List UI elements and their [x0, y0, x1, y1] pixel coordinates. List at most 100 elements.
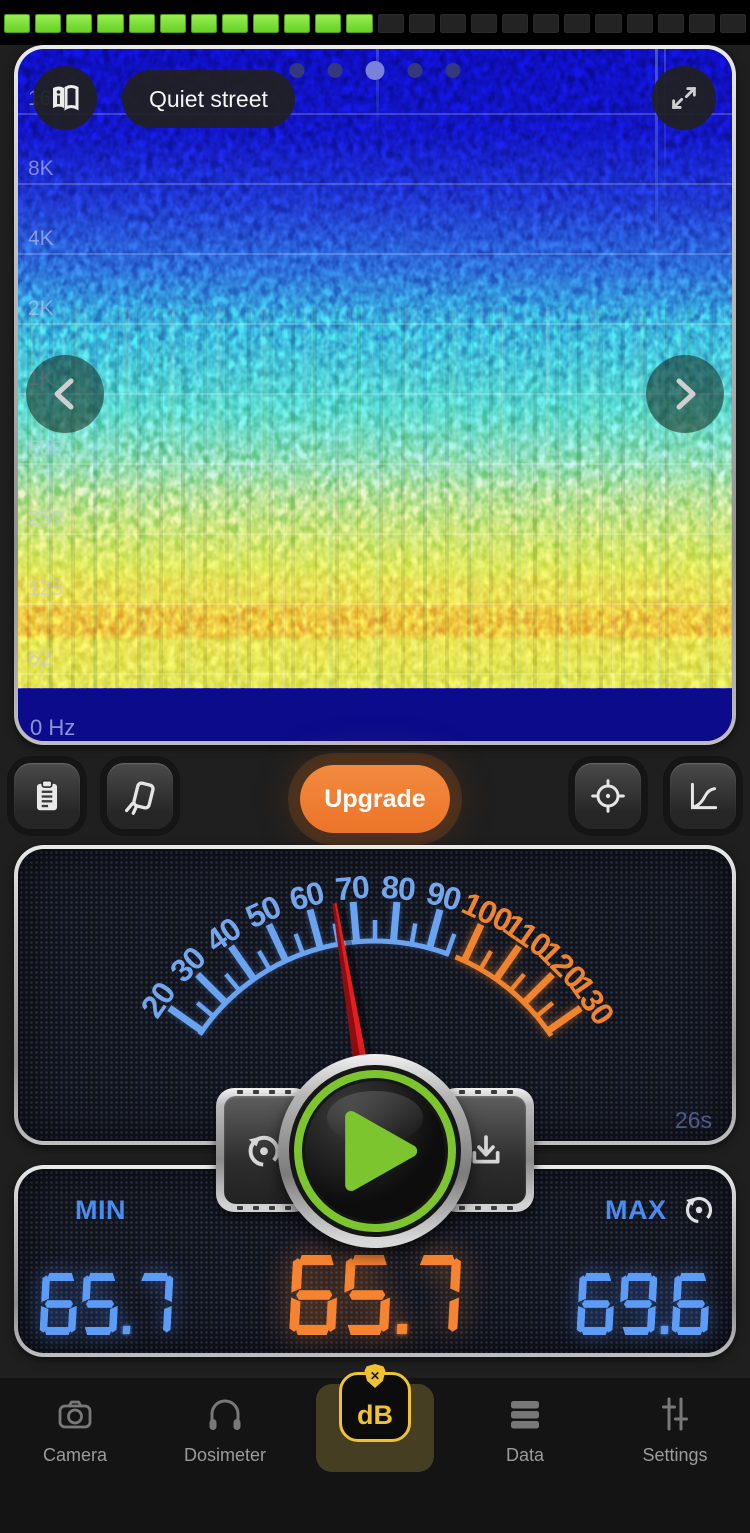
calibrate-target-button[interactable]: [575, 763, 641, 829]
sliders-icon: [653, 1392, 697, 1436]
decibel-meter-app: 16K 8K 4K 2K 1K 500 250 125 62 0 Hz: [0, 0, 750, 1533]
tab-dosimeter[interactable]: Dosimeter: [150, 1378, 300, 1533]
level-segment: [658, 14, 684, 33]
level-segment: [689, 14, 715, 33]
freq-label-zero: 0 Hz: [30, 715, 75, 741]
play-icon: [337, 1105, 423, 1197]
gauge-tick-label: 70: [334, 869, 371, 908]
current-value-display: [287, 1255, 463, 1335]
seven-segment-digit: [577, 1273, 616, 1335]
freq-label: 500: [28, 437, 63, 461]
db-badge-text: dB: [357, 1400, 393, 1431]
tab-settings[interactable]: Settings: [600, 1378, 750, 1533]
grid-line: [18, 463, 732, 465]
frequency-curve-button[interactable]: [670, 763, 736, 829]
guide-button[interactable]: [33, 66, 97, 130]
prev-page-arrow[interactable]: [26, 355, 104, 433]
freq-label: 4K: [28, 227, 54, 251]
level-segment: [720, 14, 746, 33]
response-curve-icon: [684, 777, 722, 815]
headphones-icon: [203, 1392, 247, 1436]
page-dot[interactable]: [366, 61, 385, 80]
gauge-tick-label: 50: [240, 888, 286, 935]
tab-meter[interactable]: dB ✕ Meter: [300, 1378, 450, 1533]
gauge-tick-label: 40: [199, 910, 247, 959]
data-stack-icon: [503, 1392, 547, 1436]
level-segment: [533, 14, 559, 33]
grid-line: [18, 183, 732, 185]
level-segment: [315, 14, 341, 33]
shield-icon: ✕: [365, 1364, 386, 1388]
next-page-arrow[interactable]: [646, 355, 724, 433]
level-segment: [4, 14, 30, 33]
spectrogram-panel: 16K 8K 4K 2K 1K 500 250 125 62 0 Hz: [14, 45, 736, 745]
page-dot[interactable]: [290, 63, 305, 78]
seven-segment-digit: [411, 1255, 462, 1335]
gauge-tick-label: 60: [286, 874, 328, 918]
page-dots[interactable]: [290, 61, 461, 80]
level-segments: [4, 14, 746, 33]
decimal-point: [123, 1326, 131, 1334]
tab-label: Data: [506, 1445, 544, 1466]
seven-segment-digit: [134, 1273, 173, 1335]
level-segment: [471, 14, 497, 33]
level-segment: [409, 14, 435, 33]
level-segment: [191, 14, 217, 33]
freq-label: 2K: [28, 297, 54, 321]
open-book-icon: [47, 80, 83, 116]
spectrogram-view[interactable]: 16K 8K 4K 2K 1K 500 250 125 62 0 Hz: [18, 49, 732, 741]
expand-icon: [667, 81, 701, 115]
tab-label: Settings: [642, 1445, 707, 1466]
freq-label: 8K: [28, 157, 54, 181]
level-segment: [564, 14, 590, 33]
level-segment: [284, 14, 310, 33]
level-segment: [253, 14, 279, 33]
level-segment: [502, 14, 528, 33]
page-dot[interactable]: [328, 63, 343, 78]
tab-data[interactable]: Data: [450, 1378, 600, 1533]
fullscreen-button[interactable]: [652, 66, 716, 130]
max-value-display: [576, 1273, 712, 1335]
elapsed-time: 26s: [675, 1107, 712, 1134]
level-segment: [129, 14, 155, 33]
max-label: MAX: [605, 1195, 667, 1226]
tab-camera[interactable]: Camera: [0, 1378, 150, 1533]
level-segment: [35, 14, 61, 33]
crosshair-icon: [589, 777, 627, 815]
grid-line: [18, 533, 732, 535]
level-segment-bar: [0, 0, 750, 45]
grid-line: [18, 323, 732, 325]
tab-label: Camera: [43, 1445, 107, 1466]
notes-button[interactable]: [14, 763, 80, 829]
reset-minmax-button[interactable]: [681, 1191, 717, 1232]
freq-label: 250: [28, 507, 63, 531]
seven-segment-digit: [81, 1273, 120, 1335]
chevron-right-icon: [647, 356, 723, 432]
freq-label: 62: [28, 647, 51, 671]
grid-line: [18, 673, 732, 675]
upgrade-button[interactable]: Upgrade: [300, 765, 450, 833]
page-dot[interactable]: [408, 63, 423, 78]
upgrade-label: Upgrade: [324, 785, 425, 814]
level-segment: [66, 14, 92, 33]
db-meter-badge-icon: dB ✕: [339, 1372, 411, 1442]
gauge-tick-label: 20: [134, 976, 183, 1024]
seven-segment-digit: [39, 1273, 78, 1335]
grid-line: [18, 393, 732, 395]
min-label: MIN: [75, 1195, 126, 1226]
spectrogram-columns: [18, 307, 732, 689]
shake-device-icon: [120, 776, 160, 816]
level-segment: [627, 14, 653, 33]
min-value-display: [38, 1273, 174, 1335]
calibration-button[interactable]: [107, 763, 173, 829]
page-dot[interactable]: [446, 63, 461, 78]
preset-pill[interactable]: Quiet street: [122, 70, 295, 128]
seven-segment-digit: [618, 1273, 657, 1335]
level-segment: [160, 14, 186, 33]
play-button[interactable]: [278, 1054, 472, 1248]
reset-icon: [681, 1191, 717, 1227]
gauge-tick-label: 80: [380, 869, 417, 908]
seven-segment-digit: [289, 1255, 340, 1335]
clipboard-icon: [28, 777, 66, 815]
level-segment: [97, 14, 123, 33]
